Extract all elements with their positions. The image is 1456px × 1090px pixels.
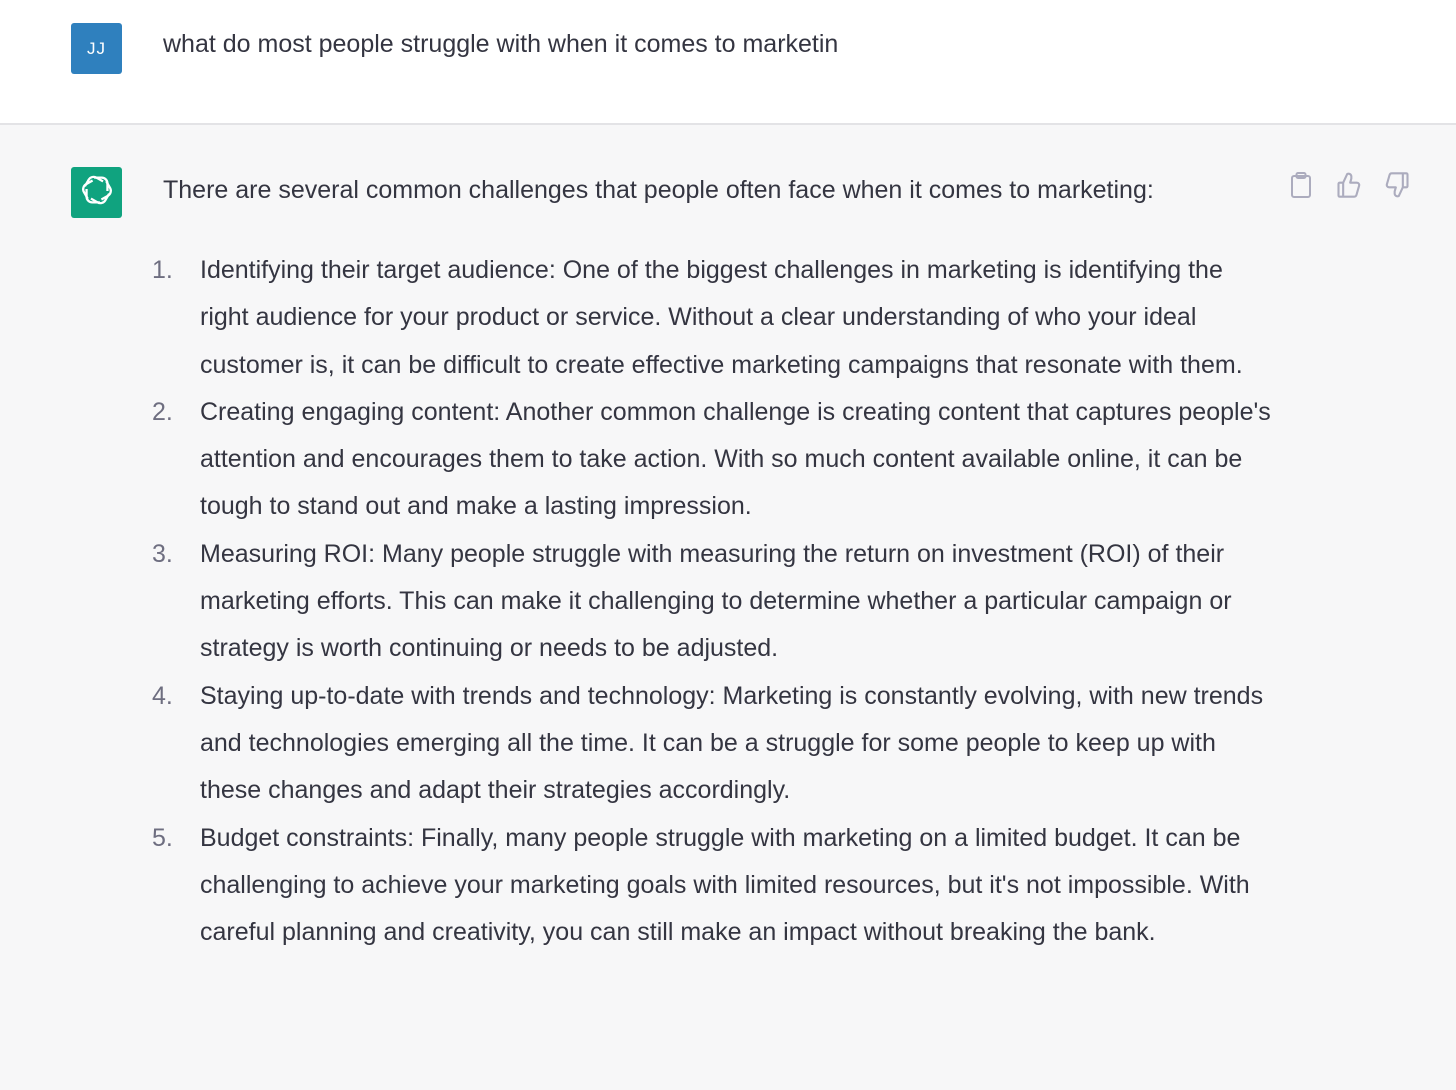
user-avatar: JJ bbox=[71, 23, 122, 74]
assistant-message-row: There are several common challenges that… bbox=[0, 127, 1456, 1090]
list-item-text: Staying up-to-date with trends and techn… bbox=[200, 681, 1264, 805]
list-item: 5. Budget constraints: Finally, many peo… bbox=[152, 815, 1272, 957]
list-item-text: Measuring ROI: Many people struggle with… bbox=[200, 539, 1232, 663]
openai-logo-icon bbox=[78, 171, 116, 214]
list-item-text: Identifying their target audience: One o… bbox=[200, 256, 1243, 379]
user-message-text: what do most people struggle with when i… bbox=[163, 30, 839, 58]
list-item: 1. Identifying their target audience: On… bbox=[152, 247, 1272, 389]
list-item: 3. Measuring ROI: Many people struggle w… bbox=[152, 531, 1272, 673]
thumbs-down-icon bbox=[1383, 171, 1411, 204]
challenges-list: 1. Identifying their target audience: On… bbox=[152, 247, 1272, 956]
copy-button[interactable] bbox=[1286, 171, 1316, 204]
thumbs-down-button[interactable] bbox=[1382, 171, 1412, 204]
list-item-number: 2. bbox=[152, 397, 173, 426]
list-item: 2. Creating engaging content: Another co… bbox=[152, 389, 1272, 531]
assistant-avatar bbox=[71, 167, 122, 218]
thumbs-up-icon bbox=[1335, 171, 1363, 204]
message-actions bbox=[1286, 171, 1412, 203]
list-item-number: 4. bbox=[152, 681, 173, 710]
clipboard-icon bbox=[1288, 171, 1314, 204]
list-item-number: 3. bbox=[152, 539, 173, 568]
thumbs-up-button[interactable] bbox=[1334, 172, 1364, 202]
list-item-text: Creating engaging content: Another commo… bbox=[200, 397, 1271, 521]
list-item-number: 1. bbox=[152, 256, 173, 284]
assistant-intro-text: There are several common challenges that… bbox=[163, 176, 1154, 204]
list-item: 4. Staying up-to-date with trends and te… bbox=[152, 673, 1272, 815]
list-item-number: 5. bbox=[152, 823, 173, 852]
list-item-text: Budget constraints: Finally, many people… bbox=[200, 823, 1250, 947]
user-message-row: JJ what do most people struggle with whe… bbox=[0, 0, 1456, 125]
